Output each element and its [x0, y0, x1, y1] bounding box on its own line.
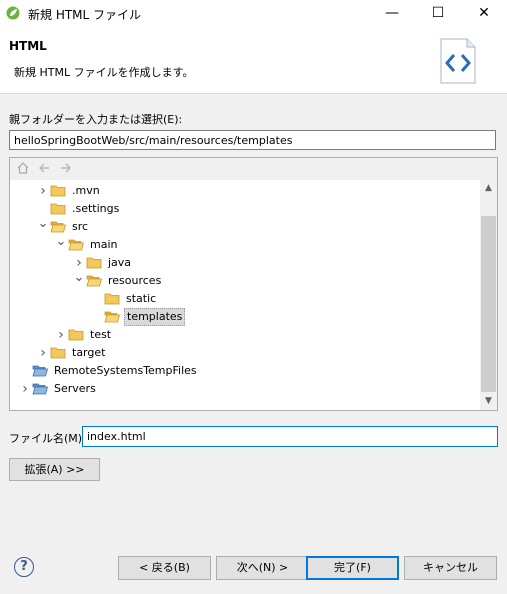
tree-item-mvn[interactable]: › .mvn [36, 182, 102, 200]
tree-item-label: target [72, 346, 106, 359]
folder-icon [104, 292, 120, 305]
file-name-label: ファイル名(M): [9, 432, 86, 445]
tree-item-test[interactable]: › test [54, 326, 113, 344]
tree-item-label: static [126, 292, 157, 305]
expand-chevron-icon[interactable]: › [36, 344, 50, 362]
parent-folder-label: 親フォルダーを入力または選択(E): [9, 113, 183, 126]
spring-leaf-icon [6, 6, 20, 20]
back-arrow-icon[interactable] [36, 161, 52, 177]
advanced-button[interactable]: 拡張(A) >> [9, 458, 100, 481]
tree-item-label: RemoteSystemsTempFiles [54, 364, 197, 377]
tree-item-label: main [90, 238, 118, 251]
tree-item-main[interactable]: ⌄ main [54, 235, 119, 254]
minimize-button[interactable]: — [369, 0, 415, 27]
tree-toolbar [10, 158, 497, 180]
parent-folder-input[interactable] [9, 130, 496, 150]
tree-item-label: Servers [54, 382, 96, 395]
scroll-down-arrow-icon[interactable]: ▼ [480, 393, 497, 410]
folder-open-icon [86, 274, 103, 287]
tree-item-resources[interactable]: ⌄ resources [72, 271, 163, 290]
next-button[interactable]: 次へ(N) > [216, 556, 309, 580]
scrollbar-thumb[interactable] [481, 216, 496, 392]
tree-item-label: src [72, 220, 89, 233]
folder-icon [50, 202, 66, 215]
new-html-file-dialog: 新規 HTML ファイル — ☐ ✕ HTML 新規 HTML ファイルを作成し… [0, 0, 507, 594]
finish-button[interactable]: 完了(F) [306, 556, 399, 580]
tree-item-static[interactable]: static [90, 290, 158, 308]
window-title: 新規 HTML ファイル [28, 8, 142, 22]
maximize-button[interactable]: ☐ [415, 0, 461, 27]
folder-open-icon [50, 220, 67, 233]
file-name-input[interactable] [82, 426, 498, 447]
tree-item-label: java [108, 256, 132, 269]
tree-item-label: test [90, 328, 112, 341]
home-icon[interactable] [15, 161, 31, 177]
expand-chevron-icon[interactable]: › [54, 326, 68, 344]
tree-item-remotesystemstempfiles[interactable]: RemoteSystemsTempFiles [18, 362, 199, 380]
html-code-icon [440, 38, 476, 84]
project-folder-icon [32, 364, 49, 377]
project-folder-icon [32, 382, 49, 395]
title-bar: 新規 HTML ファイル — ☐ ✕ [0, 0, 507, 27]
wizard-title: HTML [9, 39, 47, 53]
tree-item-servers[interactable]: › Servers [18, 380, 98, 398]
tree-scrollbar[interactable]: ▲ ▼ [480, 180, 497, 410]
tree-item-templates[interactable]: templates [90, 308, 186, 326]
tree-item-label: .settings [72, 202, 120, 215]
folder-tree[interactable]: › .mvn .settings ⌄ src ⌄ main › java ⌄ resources st… [10, 180, 480, 410]
folder-open-icon [104, 310, 121, 323]
back-button[interactable]: < 戻る(B) [118, 556, 211, 580]
scroll-up-arrow-icon[interactable]: ▲ [480, 180, 497, 197]
collapse-chevron-icon[interactable]: ⌄ [36, 217, 50, 230]
cancel-button[interactable]: キャンセル [404, 556, 497, 580]
forward-arrow-icon[interactable] [58, 161, 74, 177]
folder-icon [68, 328, 84, 341]
close-button[interactable]: ✕ [461, 0, 507, 27]
folder-icon [86, 256, 102, 269]
folder-tree-panel: › .mvn .settings ⌄ src ⌄ main › java ⌄ resources st… [9, 157, 498, 411]
folder-icon [50, 346, 66, 359]
button-bar: ? < 戻る(B) 次へ(N) > 完了(F) キャンセル [0, 545, 507, 594]
tree-item-label: templates [124, 308, 186, 326]
expand-chevron-icon[interactable]: › [18, 380, 32, 398]
collapse-chevron-icon[interactable]: ⌄ [72, 271, 86, 284]
wizard-description: 新規 HTML ファイルを作成します。 [14, 66, 194, 79]
tree-item-target[interactable]: › target [36, 344, 107, 362]
tree-item-label: .mvn [72, 184, 100, 197]
tree-item-label: resources [108, 274, 162, 287]
wizard-banner: HTML 新規 HTML ファイルを作成します。 [0, 27, 507, 94]
expand-chevron-icon[interactable]: › [36, 182, 50, 200]
folder-open-icon [68, 238, 85, 251]
tree-item-settings[interactable]: .settings [36, 200, 121, 218]
collapse-chevron-icon[interactable]: ⌄ [54, 235, 68, 248]
folder-icon [50, 184, 66, 197]
help-icon[interactable]: ? [14, 557, 34, 577]
